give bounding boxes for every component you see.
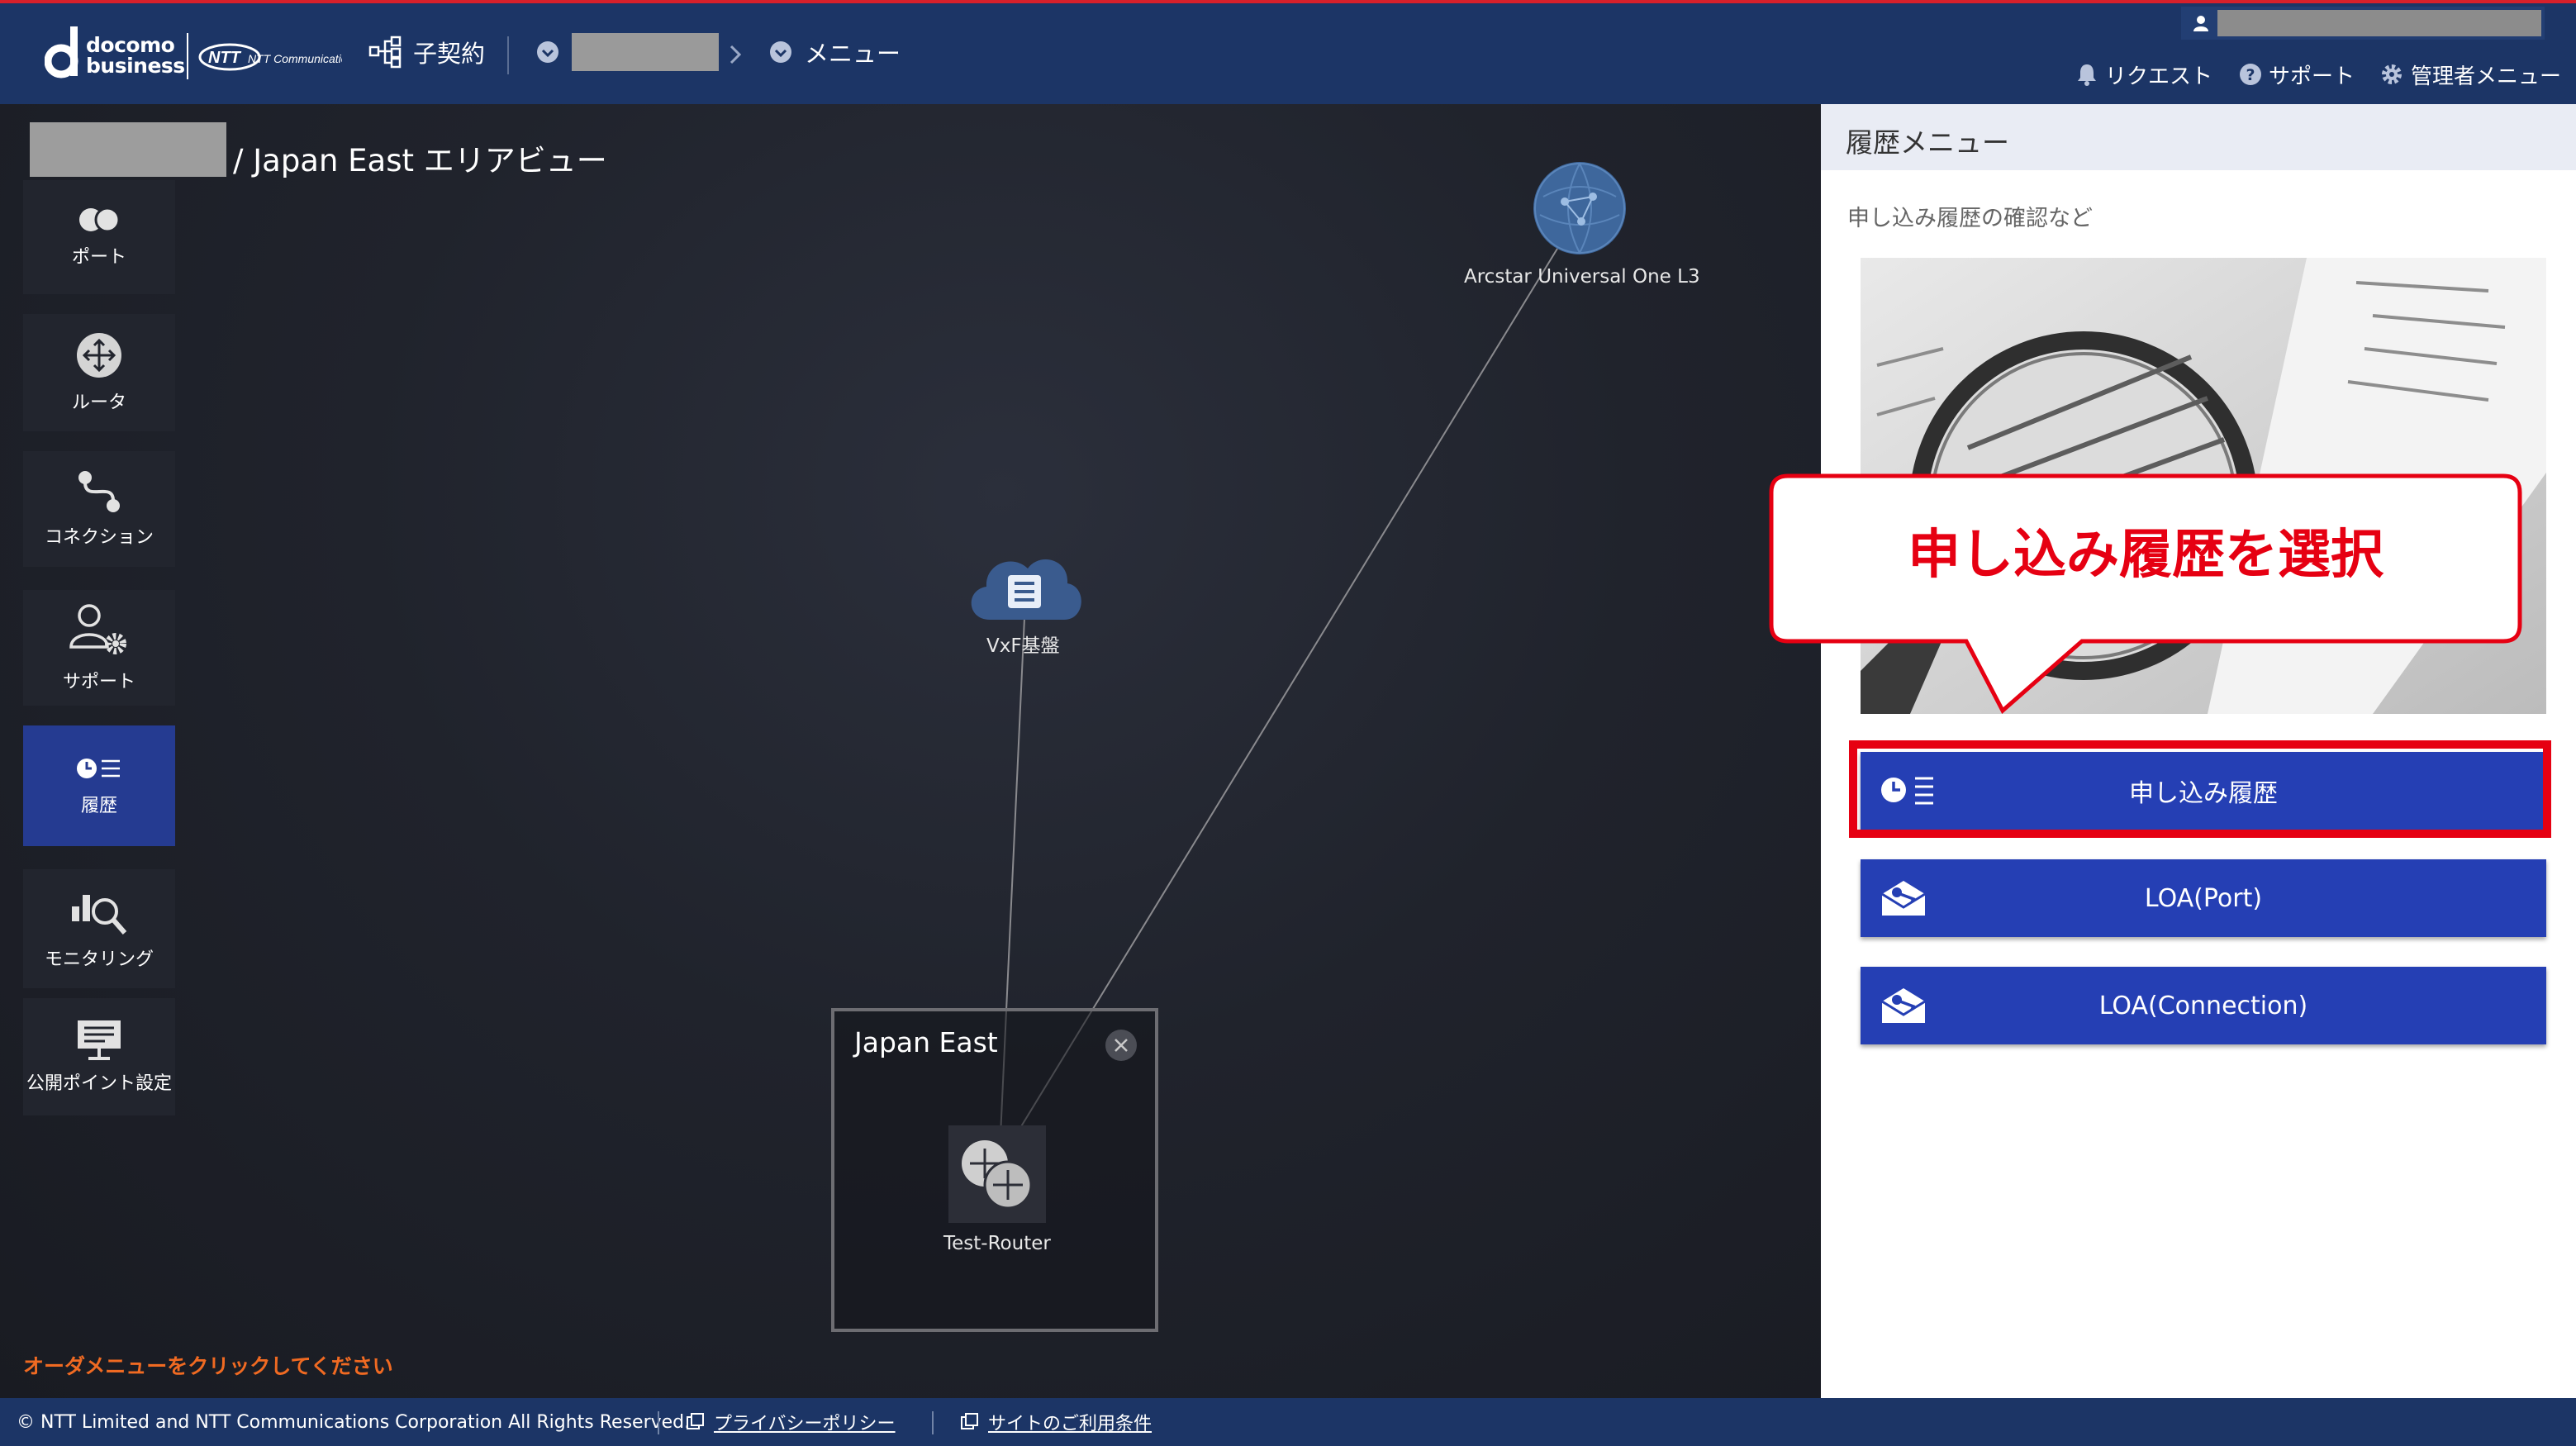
node-label-router: Test-Router <box>943 1233 1051 1254</box>
loa-connection-button[interactable]: LOA(Connection) <box>1861 967 2546 1044</box>
user-account-box[interactable] <box>2181 7 2545 40</box>
sidebar-item-port[interactable]: ポート <box>23 180 175 294</box>
node-label-vxf: VxF基盤 <box>986 635 1060 657</box>
envelope-key-icon <box>1881 988 1926 1023</box>
hierarchy-icon <box>368 36 402 69</box>
partner-logo-text: NTT Communications <box>248 52 342 65</box>
highlight-frame <box>1849 740 2551 838</box>
panel-title: 履歴メニュー <box>1846 126 2009 159</box>
docomo-d-logo-icon <box>45 26 78 78</box>
masked-contract-name <box>572 33 719 71</box>
chevron-circle-icon <box>770 41 791 63</box>
terms-of-use-link[interactable]: サイトのご利用条件 <box>960 1398 1152 1446</box>
envelope-key-icon <box>1881 881 1926 916</box>
sub-contract-label: 子契約 <box>413 40 486 68</box>
contract-selector[interactable] <box>535 28 719 76</box>
masked-user-name <box>2217 10 2541 36</box>
svg-text:?: ? <box>2246 66 2255 84</box>
brand-line2: business <box>86 54 185 78</box>
breadcrumb-chevron-right-icon <box>730 45 742 64</box>
sidebar-item-label: ルータ <box>71 392 126 413</box>
sidebar-item-support[interactable]: サポート <box>23 590 175 706</box>
cloud-server-icon[interactable] <box>962 540 1087 631</box>
router-node[interactable] <box>948 1125 1046 1223</box>
globe-network-icon[interactable] <box>1532 160 1628 256</box>
callout-bubble <box>1769 473 2522 714</box>
brand-text: docomo business <box>86 35 185 76</box>
svg-text:NTT: NTT <box>208 49 242 67</box>
admin-menu-link[interactable]: 管理者メニュー <box>2379 56 2561 93</box>
sidebar-item-label: コネクション <box>44 527 154 548</box>
sub-contract-link[interactable]: 子契約 <box>368 28 485 76</box>
brand-line1: docomo <box>86 33 175 57</box>
public-point-icon <box>78 1020 121 1060</box>
sidebar-item-label: 履歴 <box>80 796 117 816</box>
question-circle-icon: ? <box>2240 64 2261 85</box>
monitoring-icon <box>72 895 127 935</box>
sidebar-item-label: サポート <box>62 672 135 692</box>
request-label: リクエスト <box>2105 64 2213 89</box>
menu-label: メニュー <box>805 40 901 68</box>
loa-port-button[interactable]: LOA(Port) <box>1861 859 2546 937</box>
close-icon[interactable] <box>1105 1030 1137 1061</box>
node-label-arcstar: Arcstar Universal One L3 <box>1464 266 1700 288</box>
button-label: LOA(Port) <box>2144 883 2263 913</box>
logo-divider <box>187 33 188 79</box>
port-icon <box>79 207 121 233</box>
connection-icon <box>78 471 120 512</box>
terms-of-use-label: サイトのご利用条件 <box>988 1414 1153 1434</box>
router-pair-icon <box>962 1140 1033 1210</box>
order-hint-text: オーダメニューをクリックしてください <box>23 1354 393 1378</box>
area-title: Japan East <box>854 1026 998 1058</box>
sidebar-item-label: ポート <box>71 247 126 268</box>
button-label: LOA(Connection) <box>2098 991 2308 1020</box>
top-header: docomo business NTT NTT Communications 子… <box>0 0 2576 104</box>
chevron-circle-icon <box>537 41 558 63</box>
gear-icon <box>2382 64 2402 84</box>
history-menu-panel: 履歴メニュー 申し込み履歴の確認など 申し込み履歴 LOA(Port) LOA(… <box>1821 104 2576 1398</box>
menu-selector[interactable]: メニュー <box>768 28 901 76</box>
request-link[interactable]: リクエスト <box>2075 56 2212 93</box>
panel-header: 履歴メニュー <box>1821 104 2576 170</box>
sidebar-item-router[interactable]: ルータ <box>23 314 175 431</box>
sidebar-item-public-point[interactable]: 公開ポイント設定 <box>23 998 175 1115</box>
support-icon <box>69 604 126 654</box>
area-map-canvas[interactable]: / Japan East エリアビュー ポート ルータ コネクション サポート … <box>0 104 1821 1398</box>
sidebar-item-label: 公開ポイント設定 <box>26 1073 172 1094</box>
sidebar-item-history[interactable]: 履歴 <box>23 725 175 846</box>
sidebar-item-connection[interactable]: コネクション <box>23 451 175 567</box>
history-icon <box>77 759 120 778</box>
footer: © NTT Limited and NTT Communications Cor… <box>0 1398 2576 1446</box>
support-link[interactable]: ? サポート <box>2239 56 2355 93</box>
copyright-text: © NTT Limited and NTT Communications Cor… <box>17 1411 691 1433</box>
user-icon <box>2193 16 2208 31</box>
header-divider <box>507 36 509 74</box>
sidebar-item-label: モニタリング <box>44 949 154 970</box>
privacy-policy-link[interactable]: プライバシーポリシー <box>686 1398 896 1446</box>
footer-divider <box>658 1411 659 1434</box>
panel-subtitle: 申し込み履歴の確認など <box>1847 206 2093 231</box>
callout-text: 申し込み履歴を選択 <box>1908 525 2384 586</box>
ntt-communications-logo-icon: NTT NTT Communications <box>198 43 342 71</box>
sidebar-item-monitoring[interactable]: モニタリング <box>23 869 175 988</box>
privacy-policy-label: プライバシーポリシー <box>714 1414 896 1434</box>
bell-icon <box>2078 64 2096 86</box>
external-link-icon <box>687 1413 704 1429</box>
footer-divider <box>932 1411 934 1434</box>
external-link-icon <box>961 1413 978 1429</box>
support-label: サポート <box>2269 64 2355 89</box>
router-icon <box>77 333 121 378</box>
area-box-japan-east[interactable]: Japan East Test-Router <box>831 1008 1158 1332</box>
admin-menu-label: 管理者メニュー <box>2411 64 2562 89</box>
